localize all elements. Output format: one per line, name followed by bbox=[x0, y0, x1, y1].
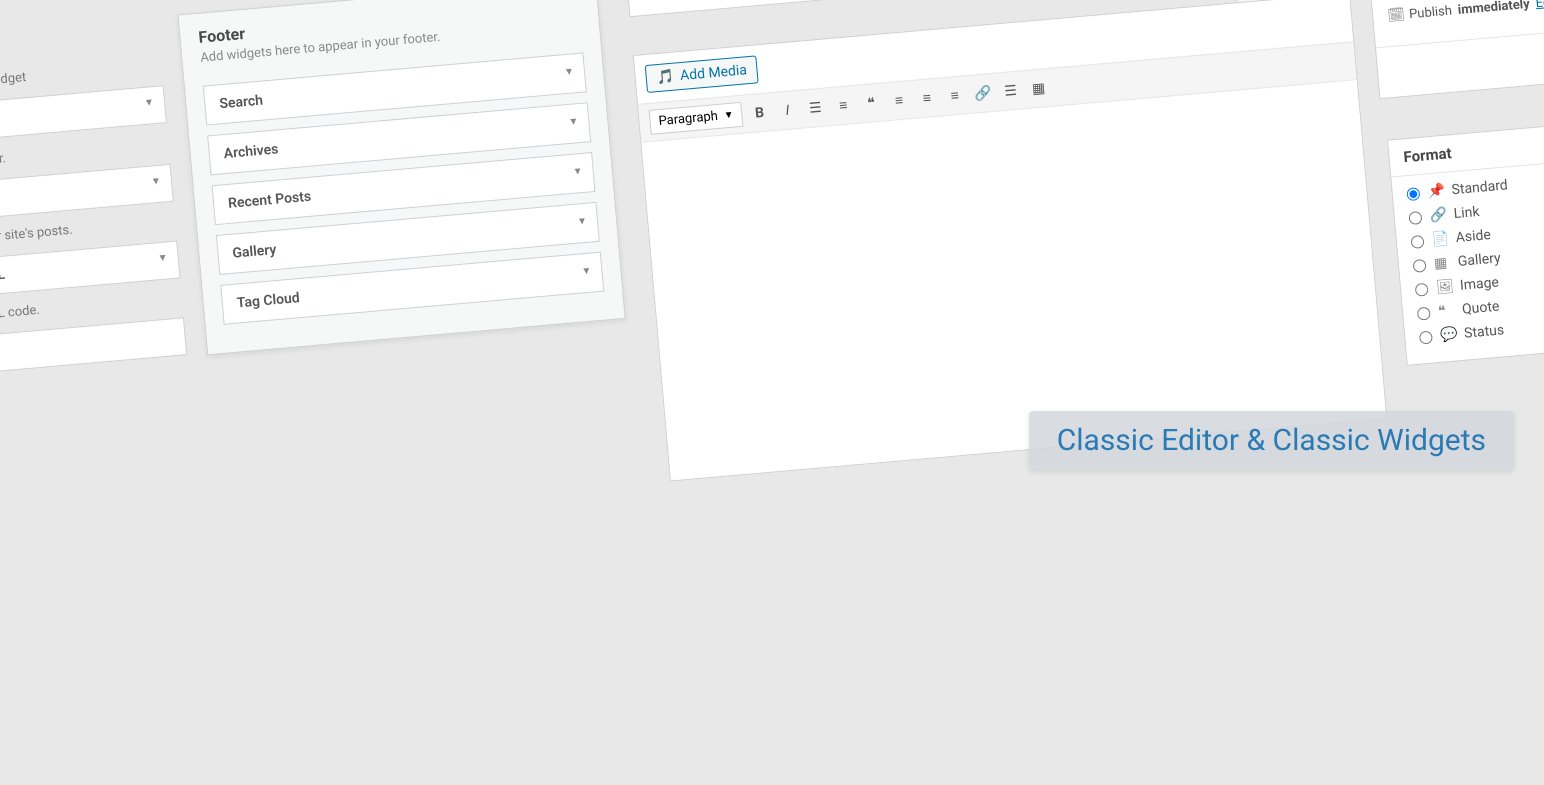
publish-when-value: immediately bbox=[1457, 0, 1530, 18]
align-right-button[interactable]: ≡ bbox=[943, 84, 967, 108]
format-option-label: Gallery bbox=[1457, 250, 1501, 270]
chevron-down-icon: ▼ bbox=[568, 116, 579, 128]
paragraph-label: Paragraph bbox=[658, 109, 719, 129]
format-option-label: Link bbox=[1453, 204, 1480, 222]
aside-icon: 📄 bbox=[1431, 231, 1448, 248]
quote-button[interactable]: ❝ bbox=[859, 91, 883, 115]
paragraph-select[interactable]: Paragraph ▼ bbox=[649, 102, 744, 135]
chevron-down-icon: ▼ bbox=[577, 216, 588, 228]
format-option-label: Quote bbox=[1461, 299, 1500, 318]
available-widget[interactable]: ▼ bbox=[0, 85, 167, 147]
format-option-label: Image bbox=[1459, 275, 1499, 294]
widget-title: Image bbox=[0, 330, 171, 368]
format-standard-radio[interactable] bbox=[1406, 187, 1420, 201]
link-icon: 🔗 bbox=[1429, 207, 1446, 224]
italic-button[interactable]: I bbox=[776, 98, 800, 122]
link-button[interactable]: 🔗 bbox=[971, 81, 995, 105]
chevron-down-icon: ▼ bbox=[144, 97, 155, 109]
chevron-up-icon[interactable]: ▲ bbox=[574, 0, 585, 2]
footer-widget-area: ▲ Footer Add widgets here to appear in y… bbox=[177, 0, 625, 355]
widget-title: alendar bbox=[0, 176, 158, 214]
media-icon: 🎵 bbox=[656, 69, 675, 86]
chevron-down-icon: ▼ bbox=[581, 266, 592, 278]
chevron-down-icon: ▼ bbox=[157, 252, 168, 264]
readmore-button[interactable]: ☰ bbox=[999, 79, 1023, 103]
add-media-label: Add Media bbox=[680, 62, 748, 84]
edit-date-link[interactable]: Edit bbox=[1535, 0, 1544, 11]
format-option-label: Standard bbox=[1451, 177, 1508, 198]
bold-button[interactable]: B bbox=[748, 101, 772, 125]
gallery-icon: ▦ bbox=[1433, 255, 1450, 272]
chevron-down-icon: ▼ bbox=[572, 166, 583, 178]
banner-label: Classic Editor & Classic Widgets bbox=[1029, 411, 1514, 470]
format-status-radio[interactable] bbox=[1419, 330, 1433, 344]
toolbar-toggle-button[interactable]: ▦ bbox=[1027, 76, 1051, 100]
available-widget-image[interactable]: Image bbox=[0, 317, 187, 379]
publish-metabox: Publish ˄ ˅ ▲ Save Draft Preview 📌 Statu… bbox=[1359, 0, 1544, 99]
format-quote-radio[interactable] bbox=[1417, 306, 1431, 320]
format-gallery-radio[interactable] bbox=[1413, 258, 1427, 272]
chevron-down-icon: ▼ bbox=[564, 66, 575, 78]
widget-title: Custom HTML bbox=[0, 253, 165, 291]
format-option-label: Aside bbox=[1455, 227, 1491, 246]
format-title: Format bbox=[1403, 144, 1453, 166]
format-image-radio[interactable] bbox=[1415, 282, 1429, 296]
add-media-button[interactable]: 🎵 Add Media bbox=[645, 55, 759, 93]
chevron-down-icon: ▼ bbox=[723, 110, 734, 122]
format-aside-radio[interactable] bbox=[1410, 234, 1424, 248]
quote-icon: ❝ bbox=[1438, 303, 1455, 320]
bullet-list-button[interactable]: ☰ bbox=[803, 96, 827, 120]
align-left-button[interactable]: ≡ bbox=[887, 89, 911, 113]
align-center-button[interactable]: ≡ bbox=[915, 86, 939, 110]
pin-icon: 📌 bbox=[1427, 183, 1444, 200]
numbered-list-button[interactable]: ≡ bbox=[831, 94, 855, 118]
format-link-radio[interactable] bbox=[1408, 210, 1422, 224]
format-option-label: Status bbox=[1464, 322, 1505, 341]
chevron-down-icon: ▼ bbox=[151, 176, 162, 188]
status-icon: 💬 bbox=[1440, 326, 1457, 343]
calendar-icon: 🗓 bbox=[1387, 7, 1404, 24]
format-metabox: Format ▲ 📌Standard 🔗Link 📄Aside ▦Gallery… bbox=[1387, 116, 1544, 366]
image-icon: 🖼 bbox=[1435, 279, 1452, 296]
publish-when-label: Publish bbox=[1409, 3, 1453, 22]
